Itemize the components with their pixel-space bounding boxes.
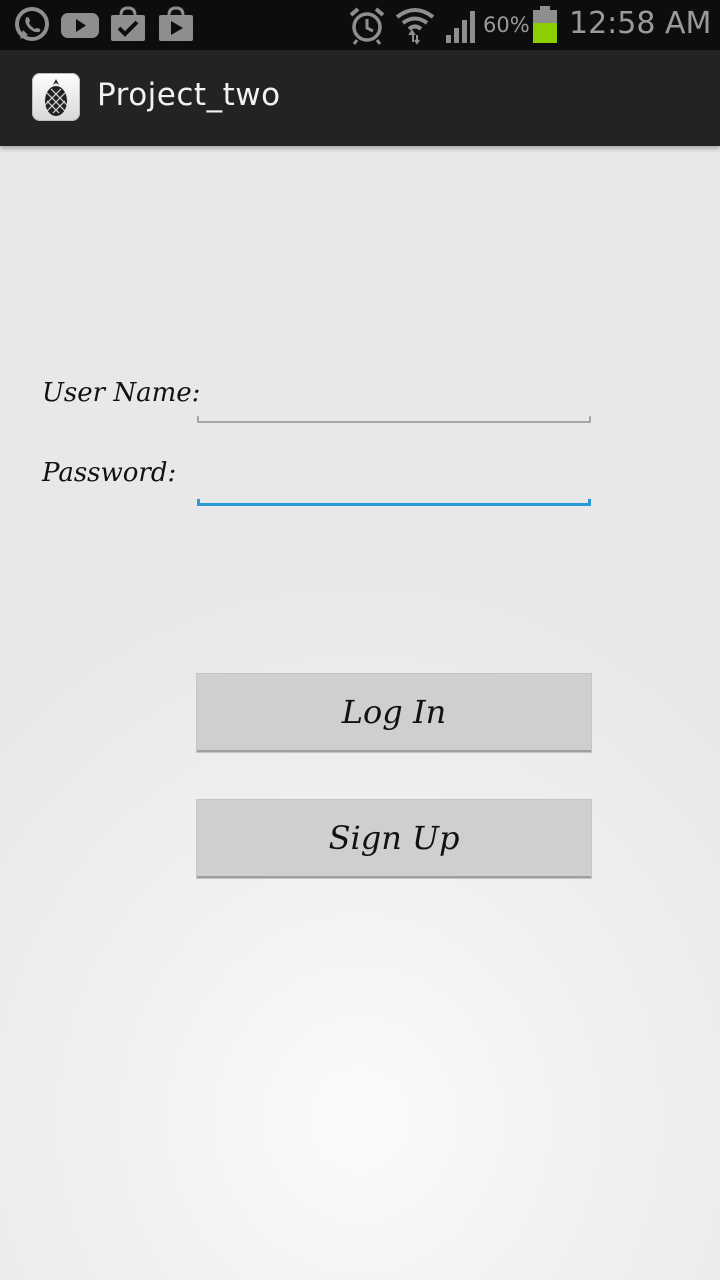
play-store-icon bbox=[159, 6, 193, 41]
password-input[interactable] bbox=[197, 460, 591, 498]
username-underline bbox=[197, 416, 591, 423]
signup-button[interactable]: Sign Up bbox=[197, 800, 591, 878]
app-title: Project_two bbox=[97, 77, 281, 113]
password-label: Password: bbox=[42, 458, 177, 488]
action-bar: Project_two bbox=[0, 50, 720, 146]
login-button[interactable]: Log In bbox=[197, 674, 591, 752]
signal-icon bbox=[446, 11, 475, 43]
username-input[interactable] bbox=[197, 378, 591, 416]
pineapple-app-icon[interactable] bbox=[32, 73, 80, 121]
whatsapp-icon bbox=[15, 7, 49, 41]
username-label: User Name: bbox=[42, 378, 201, 408]
clock: 12:58 AM bbox=[569, 6, 712, 41]
battery-percent: 60% bbox=[483, 13, 530, 37]
battery-icon bbox=[533, 6, 557, 43]
password-underline bbox=[197, 499, 591, 506]
alarm-icon bbox=[349, 7, 385, 45]
check-bag-icon bbox=[111, 6, 145, 41]
wifi-icon bbox=[395, 8, 435, 45]
pineapple-icon bbox=[44, 79, 68, 116]
status-bar: 60% 12:58 AM bbox=[0, 0, 720, 50]
youtube-icon bbox=[61, 13, 99, 38]
